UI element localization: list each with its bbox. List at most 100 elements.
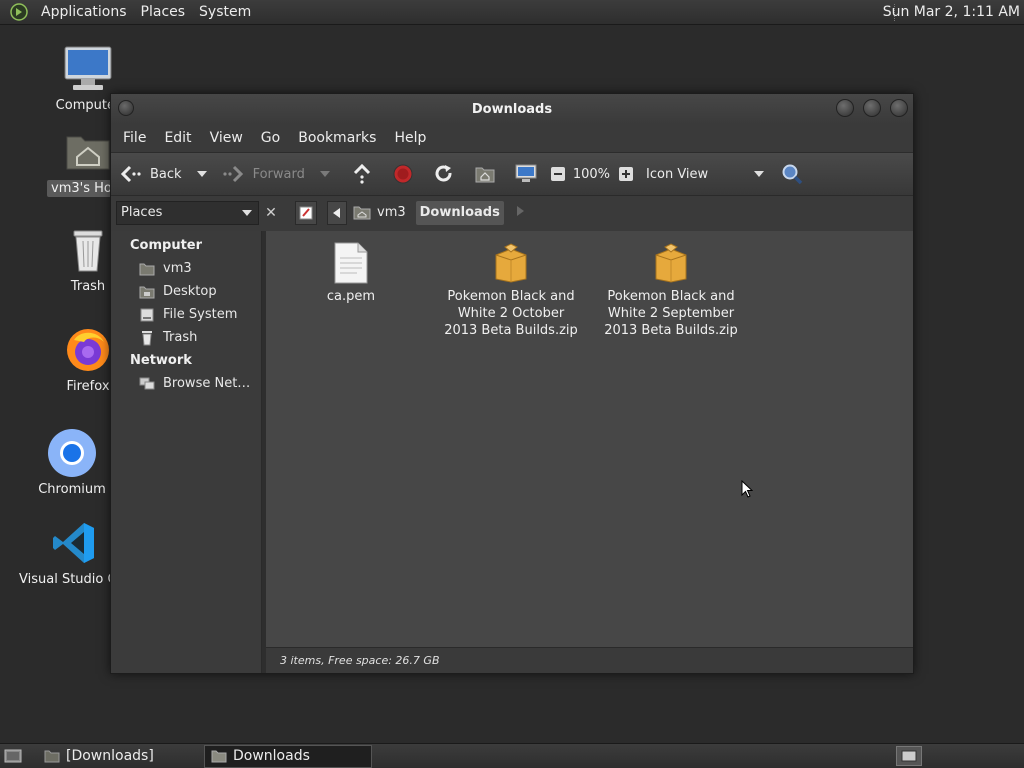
forward-history-dropdown[interactable] [319, 171, 330, 177]
show-desktop-button[interactable] [2, 745, 24, 767]
system-menu[interactable]: System [192, 4, 258, 20]
workspace-icon [901, 750, 917, 762]
mouse-cursor-icon [741, 480, 753, 498]
archive-icon [651, 241, 691, 285]
zoom-level[interactable]: 100% [573, 167, 610, 182]
search-button[interactable] [780, 162, 804, 186]
breadcrumb-vm3[interactable]: vm3 [349, 201, 410, 225]
stop-icon [391, 162, 415, 186]
menubar: File Edit View Go Bookmarks Help [111, 124, 913, 152]
menu-help[interactable]: Help [385, 130, 435, 146]
computer-icon [63, 44, 113, 94]
breadcrumb-downloads[interactable]: Downloads [415, 200, 504, 225]
firefox-icon [63, 325, 113, 375]
clock[interactable]: Sun Mar 2, 1:11 AM [883, 4, 1020, 20]
window-menu-button[interactable] [118, 100, 134, 116]
folder-icon [211, 750, 227, 763]
file-icon-view[interactable]: ca.pem Pokemon Black and White 2 October… [266, 231, 913, 673]
file-manager-window: Downloads File Edit View Go Bookmarks He… [110, 93, 914, 674]
stop-button[interactable] [391, 162, 415, 186]
file-name: ca.pem [326, 289, 376, 304]
sidebar-item-label: File System [163, 307, 238, 322]
places-menu[interactable]: Places [134, 4, 193, 20]
file-item[interactable]: ca.pem [281, 241, 421, 305]
location-bar: Places ✕ vm3 Downloads [111, 196, 913, 229]
file-name: Pokemon Black and White 2 October 2013 B… [444, 289, 578, 338]
breadcrumb-right-button[interactable] [516, 205, 524, 220]
sidebar-header-computer: Computer [130, 238, 203, 253]
taskbar-item-active[interactable]: Downloads [204, 744, 372, 768]
applications-menu[interactable]: Applications [34, 4, 134, 20]
bottom-panel: [Downloads] Downloads [0, 743, 1024, 768]
menu-go[interactable]: Go [252, 130, 289, 146]
taskbar-item-label: Downloads [233, 748, 310, 764]
home-folder-icon [353, 206, 371, 220]
back-arrow-icon [119, 162, 143, 186]
edit-icon [299, 206, 313, 219]
back-button[interactable]: Back [119, 162, 182, 186]
close-icon: ✕ [265, 204, 277, 221]
home-folder-icon [473, 162, 497, 186]
up-button[interactable] [350, 162, 374, 186]
up-arrow-icon [350, 162, 374, 186]
forward-arrow-icon [221, 162, 245, 186]
menu-file[interactable]: File [114, 130, 155, 146]
maximize-button[interactable] [863, 99, 881, 117]
zoom-in-button[interactable] [614, 162, 638, 186]
zoom-in-icon [614, 162, 638, 186]
search-icon [780, 162, 804, 186]
breadcrumb-left-button[interactable] [327, 200, 347, 225]
sidebar-item-vm3[interactable]: vm3 [111, 257, 261, 280]
forward-button[interactable]: Forward [221, 162, 305, 186]
desktop-folder-icon [139, 284, 155, 300]
menu-edit[interactable]: Edit [155, 130, 200, 146]
workspace-switcher[interactable] [896, 746, 922, 766]
sidebar-item-desktop[interactable]: Desktop [111, 280, 261, 303]
window-title: Downloads [471, 101, 553, 117]
mate-logo-icon[interactable] [8, 1, 30, 23]
close-button[interactable] [890, 99, 908, 117]
show-desktop-icon [4, 749, 22, 763]
file-name: Pokemon Black and White 2 September 2013… [604, 289, 738, 338]
chromium-icon [47, 428, 97, 478]
vscode-icon [49, 518, 99, 568]
chevron-left-icon [333, 207, 340, 218]
chevron-down-icon [242, 209, 252, 216]
view-mode-select[interactable]: Icon View [646, 166, 765, 182]
window-titlebar[interactable]: Downloads [111, 94, 913, 124]
reload-button[interactable] [432, 162, 456, 186]
chevron-right-icon [516, 206, 524, 216]
file-item[interactable]: Pokemon Black and White 2 October 2013 B… [441, 241, 581, 339]
back-history-dropdown[interactable] [196, 171, 207, 177]
zoom-out-icon [546, 162, 570, 186]
minimize-button[interactable] [836, 99, 854, 117]
toggle-location-entry-button[interactable] [295, 200, 317, 225]
sidebar-item-file-system[interactable]: File System [111, 303, 261, 326]
top-panel: Applications Places System Sun Mar 2, 1:… [0, 0, 1024, 25]
close-side-pane-button[interactable]: ✕ [261, 202, 281, 224]
menu-view[interactable]: View [201, 130, 252, 146]
home-folder-icon [139, 261, 155, 277]
sidebar-header-network: Network [130, 353, 192, 368]
taskbar-item[interactable]: [Downloads] [38, 745, 200, 768]
network-icon [139, 376, 155, 392]
file-item[interactable]: Pokemon Black and White 2 September 2013… [601, 241, 741, 339]
computer-icon [514, 162, 538, 186]
text-file-icon [331, 241, 371, 285]
reload-icon [432, 162, 456, 186]
side-pane-select[interactable]: Places [116, 200, 259, 225]
computer-button[interactable] [514, 162, 538, 186]
sidebar-item-trash[interactable]: Trash [111, 326, 261, 349]
breadcrumb-label: vm3 [377, 205, 406, 220]
taskbar-item-label: [Downloads] [66, 748, 154, 764]
menu-bookmarks[interactable]: Bookmarks [289, 130, 385, 146]
sidebar-item-browse-network[interactable]: Browse Net… [111, 372, 261, 395]
zoom-out-button[interactable] [546, 162, 570, 186]
status-bar: 3 items, Free space: 26.7 GB [266, 647, 913, 673]
desktop-icon-label: Visual Studio Code [19, 572, 111, 587]
back-label: Back [150, 166, 182, 182]
sidebar-item-label: Desktop [163, 284, 217, 299]
view-mode-label: Icon View [646, 166, 709, 182]
home-button[interactable] [473, 162, 497, 186]
sidebar-item-label: vm3 [163, 261, 192, 276]
